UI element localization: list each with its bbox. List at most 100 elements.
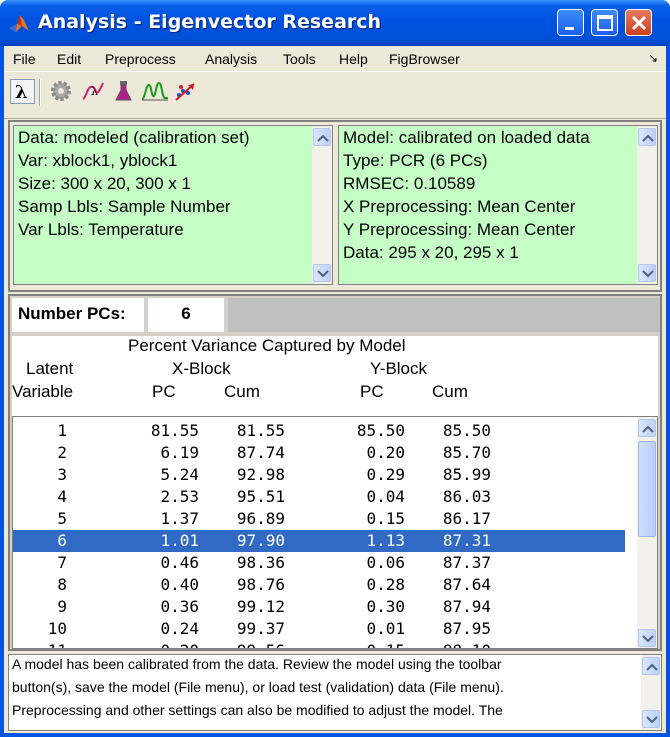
cell-xpc: 1.01 (160, 531, 199, 550)
status-line: A model has been calibrated from the dat… (12, 656, 502, 672)
flask-icon (115, 81, 132, 101)
scroll-up-button[interactable] (642, 657, 660, 675)
pcs-label-box: Number PCs: (12, 298, 144, 332)
scatter-tool-button[interactable] (173, 79, 198, 104)
peaks-tool-button[interactable] (141, 79, 168, 104)
cell-ycum: 87.64 (442, 575, 491, 594)
scroll-up-button[interactable] (313, 128, 331, 146)
settings-tool-button[interactable] (49, 79, 74, 104)
cell-ycum: 88.10 (443, 641, 491, 648)
cell-lv: 11 (48, 641, 67, 648)
cell-xpc: 6.19 (160, 443, 199, 462)
flask-tool-button[interactable] (111, 79, 136, 104)
lambda-tool-button[interactable]: λ (10, 79, 35, 104)
variance-panel: Number PCs: 6 Percent Variance Captured … (8, 294, 662, 651)
model-info-line: X Preprocessing: Mean Center (343, 197, 576, 216)
cell-ycum: 86.03 (442, 487, 491, 506)
peaks-icon (141, 81, 168, 101)
window-client: File Edit Preprocess Analysis Tools Help… (4, 46, 666, 733)
chevron-down-icon (642, 635, 654, 643)
data-info-line: Size: 300 x 20, 300 x 1 (18, 174, 191, 193)
scatter-arrow-icon (175, 83, 195, 101)
cell-lv: 1 (57, 421, 67, 440)
cell-ypc: 0.20 (366, 443, 405, 462)
scroll-up-button[interactable] (638, 419, 656, 437)
status-line: Preprocessing and other settings can als… (12, 702, 503, 718)
cell-ypc: 85.50 (356, 421, 405, 440)
table-row[interactable]: 11 0.20 99.56 0.15 88.10 (13, 640, 625, 648)
x-cum-header: Cum (224, 382, 260, 401)
menu-edit[interactable]: Edit (57, 51, 81, 67)
cell-xcum: 99.56 (237, 641, 285, 648)
scroll-down-button[interactable] (638, 629, 656, 647)
model-info-line: Y Preprocessing: Mean Center (343, 220, 576, 239)
variance-table[interactable]: 1 81.55 81.55 85.50 85.50 2 6.19 87.74 0.20 85.70… (12, 416, 658, 649)
table-row[interactable]: 10 0.24 99.37 0.01 87.95 (13, 618, 625, 640)
chevron-up-icon (642, 134, 654, 142)
cell-xpc: 0.40 (160, 575, 199, 594)
table-row[interactable]: 2 6.19 87.74 0.20 85.70 (13, 442, 625, 464)
title-bar[interactable]: Analysis - Eigenvector Research (0, 0, 670, 46)
table-row[interactable]: 1 81.55 81.55 85.50 85.50 (13, 420, 625, 442)
gear-icon (51, 81, 71, 101)
cell-lv: 3 (57, 465, 67, 484)
data-info-line: Var Lbls: Temperature (18, 220, 184, 239)
status-scrollbar[interactable] (641, 655, 661, 730)
cell-ypc: 0.30 (366, 597, 405, 616)
cell-lv: 2 (57, 443, 67, 462)
application-window: Analysis - Eigenvector Research File Edi… (0, 0, 670, 737)
cell-xcum: 99.37 (236, 619, 285, 638)
maximize-button[interactable] (591, 9, 618, 36)
chevron-up-icon (646, 663, 658, 671)
close-button[interactable] (625, 9, 652, 36)
cell-lv: 9 (57, 597, 67, 616)
model-tool-button[interactable]: λ (81, 79, 106, 104)
cell-ypc: 0.28 (366, 575, 405, 594)
cell-xcum: 92.98 (236, 465, 285, 484)
table-row[interactable]: 5 1.37 96.89 0.15 86.17 (13, 508, 625, 530)
cell-lv: 10 (47, 619, 67, 638)
menu-tools[interactable]: Tools (283, 51, 316, 67)
scroll-down-button[interactable] (638, 264, 656, 282)
cell-xcum: 87.74 (236, 443, 285, 462)
menu-figbrowser[interactable]: FigBrowser (389, 51, 460, 67)
menu-preprocess[interactable]: Preprocess (105, 51, 176, 67)
cell-xpc: 81.55 (150, 421, 199, 440)
cell-ycum: 85.70 (442, 443, 491, 462)
table-row[interactable]: 3 5.24 92.98 0.29 85.99 (13, 464, 625, 486)
table-row[interactable]: 6 1.01 97.90 1.13 87.31 (13, 530, 625, 552)
menu-file[interactable]: File (13, 51, 36, 67)
menu-analysis[interactable]: Analysis (205, 51, 257, 67)
pcs-input[interactable]: 6 (148, 298, 224, 332)
model-info-scrollbar[interactable] (637, 126, 657, 284)
table-row[interactable]: 8 0.40 98.76 0.28 87.64 (13, 574, 625, 596)
cell-ypc: 0.04 (366, 487, 405, 506)
cell-lv: 8 (57, 575, 67, 594)
cell-xpc: 0.46 (160, 553, 199, 572)
pcs-spacer (228, 298, 660, 332)
minimize-button[interactable] (557, 9, 584, 36)
scroll-thumb[interactable] (638, 441, 656, 537)
model-info-line: RMSEC: 0.10589 (343, 174, 476, 193)
cell-ypc: 0.15 (366, 509, 405, 528)
table-row[interactable]: 7 0.46 98.36 0.06 87.37 (13, 552, 625, 574)
table-row[interactable]: 4 2.53 95.51 0.04 86.03 (13, 486, 625, 508)
model-info-line: Data: 295 x 20, 295 x 1 (343, 243, 519, 262)
data-info-scrollbar[interactable] (312, 126, 332, 284)
menu-overflow-icon[interactable]: ↘ (648, 51, 658, 65)
data-info-line: Samp Lbls: Sample Number (18, 197, 231, 216)
scroll-down-button[interactable] (313, 264, 331, 282)
scroll-up-button[interactable] (638, 128, 656, 146)
menu-help[interactable]: Help (339, 51, 368, 67)
cell-ycum: 85.50 (442, 421, 491, 440)
cell-xcum: 98.36 (236, 553, 285, 572)
cell-xcum: 95.51 (236, 487, 285, 506)
cell-ycum: 87.94 (442, 597, 491, 616)
scroll-down-button[interactable] (642, 710, 660, 728)
info-panels: Data: modeled (calibration set) Var: xbl… (8, 120, 662, 292)
pcs-label: Number PCs: (18, 304, 126, 323)
x-pc-header: PC (152, 382, 176, 401)
table-row[interactable]: 9 0.36 99.12 0.30 87.94 (13, 596, 625, 618)
variance-scrollbar[interactable] (637, 417, 657, 648)
variance-table-header: Percent Variance Captured by Model Laten… (12, 336, 658, 416)
